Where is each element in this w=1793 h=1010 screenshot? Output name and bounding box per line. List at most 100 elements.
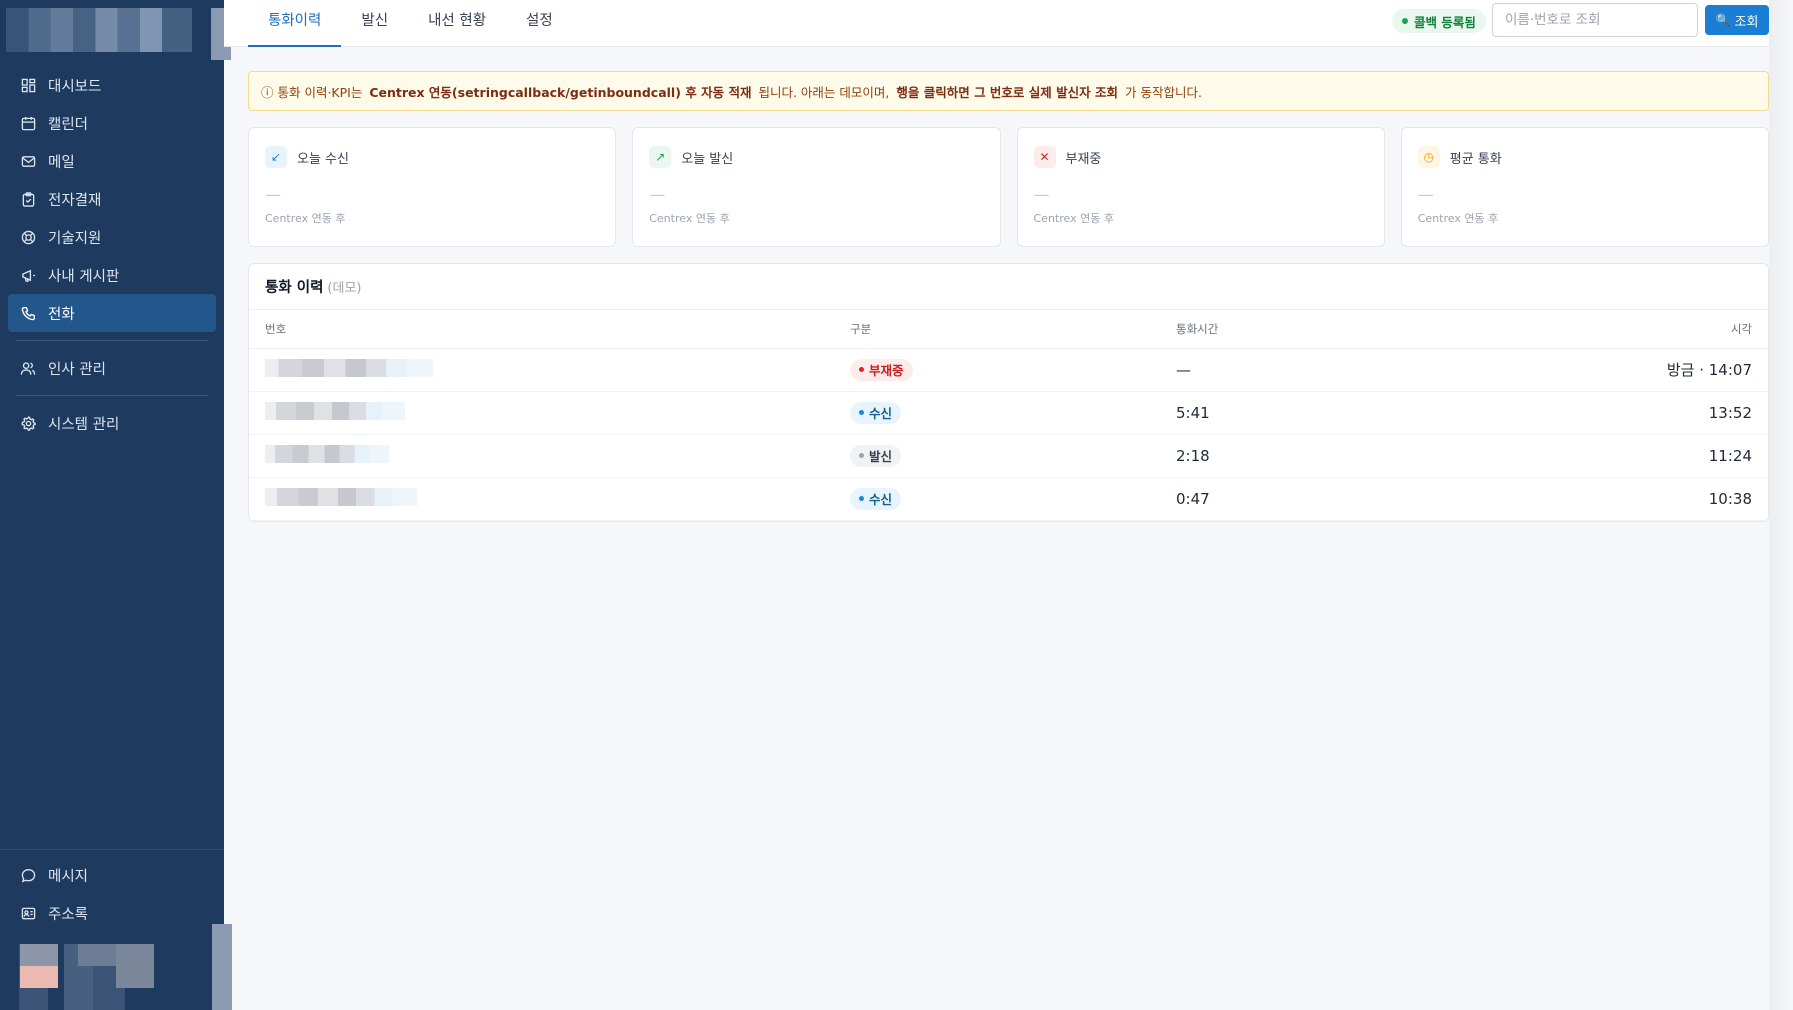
sidebar-item-label: 시스템 관리 — [48, 416, 120, 433]
call-time: 10:38 — [1476, 477, 1768, 521]
phone-number — [265, 444, 389, 463]
sidebar-item-system[interactable]: 시스템 관리 — [8, 404, 216, 442]
address-book-icon — [20, 905, 36, 921]
sidebar-item-calendar[interactable]: 캘린더 — [8, 104, 216, 142]
top-bar: 통화이력 발신 내선 현황 설정 콜백 등록됨 🔍 조회 — [224, 0, 1769, 47]
mail-icon — [20, 153, 36, 169]
kpi-card-outgoing: ↗ 오늘 발신 — Centrex 연동 후 — [632, 127, 1001, 247]
kpi-sub: Centrex 연동 후 — [265, 212, 346, 225]
search-button[interactable]: 🔍 조회 — [1705, 5, 1769, 35]
megaphone-icon — [20, 267, 36, 283]
table-row[interactable]: 수신 5:41 13:52 — [249, 391, 1768, 435]
sidebar-divider — [16, 340, 208, 341]
search-input[interactable] — [1492, 3, 1698, 37]
call-time: 11:24 — [1476, 434, 1768, 478]
phone-number — [265, 358, 433, 377]
table-header-row: 번호 구분 통화시간 시각 — [249, 310, 1768, 349]
sidebar-item-label: 캘린더 — [48, 116, 89, 133]
kpi-label: 오늘 발신 — [681, 151, 734, 167]
sidebar-item-tech-support[interactable]: 기술지원 — [8, 218, 216, 256]
sidebar-item-label: 전화 — [48, 306, 75, 323]
column-header-number[interactable]: 번호 — [249, 310, 850, 349]
gear-icon — [20, 415, 36, 431]
sidebar-item-label: 전자결재 — [48, 192, 102, 209]
calendar-icon — [20, 115, 36, 131]
notice-bold-click: 행을 클릭하면 그 번호로 실제 발신자 조회 — [896, 84, 1118, 100]
sidebar-item-label: 사내 게시판 — [48, 268, 120, 285]
kpi-sub: Centrex 연동 후 — [1417, 212, 1499, 225]
phone-number — [265, 401, 405, 420]
column-header-type[interactable]: 구분 — [850, 310, 1176, 349]
kpi-sub: Centrex 연동 후 — [1033, 212, 1114, 225]
call-type-badge: 수신 — [850, 401, 902, 424]
notice-suffix: 가 동작합니다. — [1125, 84, 1202, 100]
info-notice: ⓘ 통화 이력·KPI는 Centrex 연동(setringcallback/… — [248, 71, 1769, 111]
sidebar: 대시보드 캘린더 메일 전자결재 기술지원 사내 게시판 전화 인사 관리 시스… — [0, 0, 232, 1010]
call-duration: — — [1176, 348, 1476, 392]
status-dot-icon — [1402, 18, 1408, 24]
sidebar-item-hr[interactable]: 인사 관리 — [8, 349, 216, 387]
call-duration: 2:18 — [1176, 434, 1476, 478]
sidebar-item-messages[interactable]: 메시지 — [8, 856, 216, 894]
status-badge-label: 콜백 등록됨 — [1414, 14, 1476, 30]
arrow-up-right-icon: ↗ — [649, 146, 672, 168]
kpi-label: 오늘 수신 — [297, 151, 349, 167]
sidebar-item-dashboard[interactable]: 대시보드 — [8, 66, 216, 104]
user-profile[interactable] — [0, 944, 160, 1010]
tab-dial[interactable]: 발신 — [341, 0, 408, 47]
phone-number — [265, 487, 417, 506]
sidebar-item-label: 인사 관리 — [48, 361, 106, 378]
search-icon: 🔍 — [1715, 13, 1731, 27]
call-duration: 0:47 — [1176, 477, 1476, 521]
call-time: 방금 · 14:07 — [1476, 348, 1768, 392]
kpi-cards: ↙ 오늘 수신 — Centrex 연동 후 ↗ 오늘 발신 — Centrex… — [248, 127, 1769, 247]
kpi-value: — — [265, 185, 281, 204]
clipboard-check-icon — [20, 191, 36, 207]
tab-call-history[interactable]: 통화이력 — [248, 0, 342, 47]
kpi-card-incoming: ↙ 오늘 수신 — Centrex 연동 후 — [248, 127, 617, 247]
sidebar-item-board[interactable]: 사내 게시판 — [8, 256, 216, 294]
search-button-label: 조회 — [1734, 14, 1759, 30]
sidebar-item-phone[interactable]: 전화 — [8, 294, 216, 332]
sidebar-divider — [16, 395, 208, 396]
sidebar-item-contacts[interactable]: 주소록 — [8, 894, 216, 932]
notice-bold-integration: Centrex 연동(setringcallback/getinboundcal… — [369, 84, 752, 100]
sidebar-nav: 대시보드 캘린더 메일 전자결재 기술지원 사내 게시판 전화 인사 관리 시스… — [8, 66, 216, 442]
callback-status-badge: 콜백 등록됨 — [1392, 9, 1486, 33]
tab-extension-status[interactable]: 내선 현황 — [408, 0, 506, 47]
x-icon: ✕ — [1033, 146, 1056, 168]
tab-settings[interactable]: 설정 — [506, 0, 573, 47]
lifebuoy-icon — [20, 229, 36, 245]
clock-icon: ◷ — [1417, 146, 1440, 168]
tab-bar: 통화이력 발신 내선 현황 설정 — [248, 0, 573, 47]
table-row[interactable]: 부재중 — 방금 · 14:07 — [249, 348, 1768, 392]
notice-middle: 됩니다. 아래는 데모이며, — [758, 84, 890, 100]
table-row[interactable]: 수신 0:47 10:38 — [249, 477, 1768, 521]
sidebar-item-approval[interactable]: 전자결재 — [8, 180, 216, 218]
kpi-value: — — [649, 185, 666, 204]
table-title-note: (데모) — [327, 281, 362, 296]
sidebar-item-label: 대시보드 — [48, 78, 102, 95]
main-content: 통화이력 발신 내선 현황 설정 콜백 등록됨 🔍 조회 ⓘ 통화 이력·KPI… — [224, 0, 1769, 1010]
sidebar-item-label: 기술지원 — [48, 230, 102, 247]
column-header-time[interactable]: 시각 — [1476, 310, 1768, 349]
sidebar-item-label: 메일 — [48, 154, 75, 171]
sidebar-item-mail[interactable]: 메일 — [8, 142, 216, 180]
call-type-badge: 부재중 — [850, 358, 913, 381]
dashboard-icon — [20, 77, 36, 93]
kpi-card-avg-duration: ◷ 평균 통화 — Centrex 연동 후 — [1400, 127, 1769, 247]
logo[interactable] — [6, 8, 192, 52]
table-title: 통화 이력 (데모) — [249, 264, 1768, 310]
kpi-sub: Centrex 연동 후 — [649, 212, 730, 225]
call-type-badge: 발신 — [850, 444, 902, 467]
call-history-table: 번호 구분 통화시간 시각 부재중 — 방금 · 14:07 수신 5:41 1… — [249, 310, 1768, 521]
call-history-card: 통화 이력 (데모) 번호 구분 통화시간 시각 부재중 — 방금 · 14:0… — [248, 263, 1769, 522]
sidebar-item-label: 주소록 — [48, 906, 89, 923]
kpi-label: 평균 통화 — [1449, 151, 1502, 167]
sidebar-bottom-nav: 메시지 주소록 — [8, 856, 216, 932]
table-row[interactable]: 발신 2:18 11:24 — [249, 434, 1768, 478]
kpi-value: — — [1417, 185, 1434, 204]
scrollbar-track[interactable] — [1769, 0, 1793, 1010]
column-header-duration[interactable]: 통화시간 — [1176, 310, 1476, 349]
table-title-text: 통화 이력 — [265, 280, 324, 296]
